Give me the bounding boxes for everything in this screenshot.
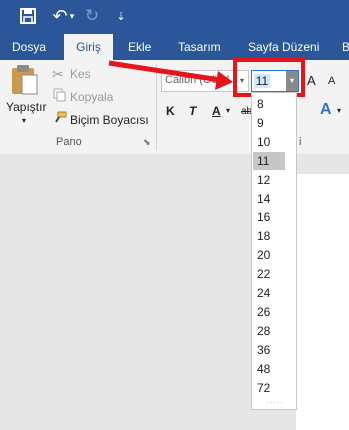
font-size-option[interactable]: 20 xyxy=(253,246,285,264)
font-size-option[interactable]: 24 xyxy=(253,284,285,302)
font-size-option[interactable]: 28 xyxy=(253,322,285,340)
font-size-option[interactable]: 8 xyxy=(253,95,285,113)
font-size-option[interactable]: 12 xyxy=(253,171,285,189)
font-size-option[interactable]: 36 xyxy=(253,341,285,359)
font-size-option[interactable]: 18 xyxy=(253,227,285,245)
font-size-option[interactable]: 11 xyxy=(253,151,285,170)
font-size-option[interactable]: 10 xyxy=(253,133,285,151)
font-size-option[interactable]: 48 xyxy=(253,360,285,378)
resize-grip[interactable]: ····· xyxy=(266,398,284,407)
font-size-option[interactable]: 16 xyxy=(253,208,285,226)
font-size-option[interactable]: 9 xyxy=(253,114,285,132)
font-size-dropdown: ····· 8 9 10 11 12 14 16 18 20 22 24 26 28 36 48 72 xyxy=(251,92,297,410)
font-size-option[interactable]: 26 xyxy=(253,303,285,321)
font-size-option[interactable]: 22 xyxy=(253,265,285,283)
font-size-option[interactable]: 72 xyxy=(253,379,285,397)
font-size-option[interactable]: 14 xyxy=(253,190,285,208)
